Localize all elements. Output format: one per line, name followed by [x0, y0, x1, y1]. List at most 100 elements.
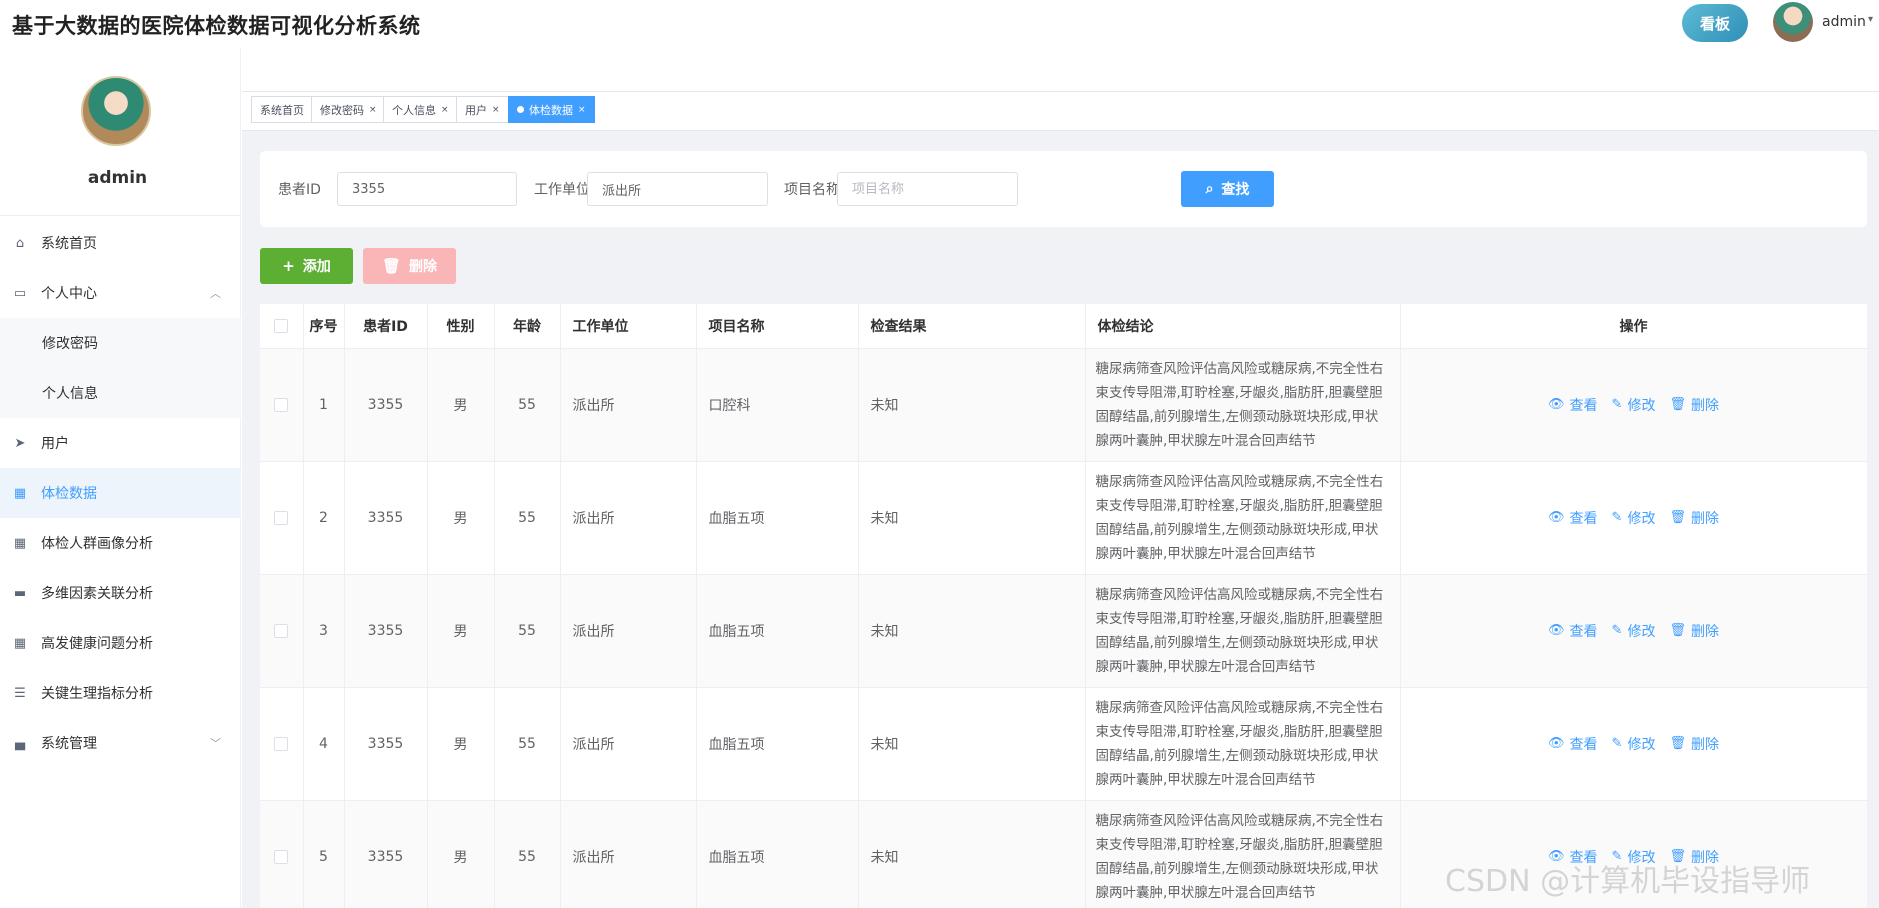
col-header-item-name: 项目名称 [696, 304, 859, 349]
chevron-down-icon[interactable]: ▾ [1868, 14, 1873, 25]
edit-button[interactable]: ✎ 修改 [1612, 734, 1656, 754]
row-checkbox[interactable] [260, 800, 304, 908]
sidebar-item-9[interactable]: ☰ 关键生理指标分析 [0, 668, 241, 718]
edit-icon: ✎ [1611, 623, 1623, 638]
item-name-input[interactable] [837, 172, 1018, 206]
cell-no: 4 [303, 687, 345, 801]
send-icon: ➤ [14, 435, 26, 451]
close-icon[interactable]: × [578, 105, 586, 115]
sidebar-item-label: 体检人群画像分析 [41, 536, 153, 552]
watermark: CSDN @计算机毕设指导师 [1445, 864, 1811, 899]
col-header-result: 检查结果 [858, 304, 1086, 349]
row-checkbox[interactable] [260, 461, 304, 575]
table-row[interactable]: 1 3355 男 55 派出所 口腔科 未知 糖尿病筛查风险评估高风险或糖尿病,不完全性右束支… [260, 348, 1867, 462]
cell-patient-id: 3355 [344, 461, 428, 575]
tab-0[interactable]: 系统首页 [251, 96, 313, 123]
delete-button[interactable]: 🗑 删除 [1669, 508, 1719, 528]
cell-age: 55 [494, 461, 561, 575]
tab-label: 个人信息 [392, 103, 436, 117]
wallet-icon: ▭ [13, 285, 27, 301]
conclusion-text: 糖尿病筛查风险评估高风险或糖尿病,不完全性右束支传导阻滞,耵聍栓塞,牙龈炎,脂肪… [1095, 586, 1384, 675]
col-header-age: 年龄 [494, 304, 561, 349]
eye-icon: 👁 [1548, 623, 1565, 638]
cell-result: 未知 [858, 348, 1086, 462]
search-button[interactable]: ⌕ 查找 [1181, 171, 1274, 207]
col-header-gender: 性别 [427, 304, 495, 349]
sidebar-item-label: 系统管理 [41, 736, 97, 752]
edit-icon: ✎ [1611, 397, 1623, 412]
col-header-work-unit: 工作单位 [560, 304, 697, 349]
edit-button[interactable]: ✎ 修改 [1612, 621, 1656, 641]
sidebar-item-0[interactable]: ⌂ 系统首页 [0, 218, 241, 268]
sidebar-item-2[interactable]: 修改密码 [0, 318, 241, 368]
sidebar-item-label: 体检数据 [41, 486, 97, 502]
eye-icon: 👁 [1548, 397, 1565, 412]
search-icon: ⌕ [1205, 181, 1214, 197]
col-header-conclusion: 体检结论 [1085, 304, 1401, 349]
sidebar-item-7[interactable]: ▬ 多维因素关联分析 [0, 568, 241, 618]
delete-button[interactable]: 🗑 删除 [1669, 621, 1719, 641]
tab-label: 系统首页 [260, 103, 304, 117]
sidebar-item-3[interactable]: 个人信息 [0, 368, 241, 418]
patient-id-input[interactable] [337, 172, 517, 206]
delete-button[interactable]: 🗑 删除 [1669, 395, 1719, 415]
edit-button[interactable]: ✎ 修改 [1612, 395, 1656, 415]
row-checkbox[interactable] [260, 687, 304, 801]
sidebar-item-label: 个人信息 [42, 386, 98, 402]
trash-icon: 🗑 [1669, 397, 1686, 412]
header-username[interactable]: admin [1822, 14, 1866, 30]
close-icon[interactable]: × [369, 105, 377, 115]
work-unit-input[interactable] [587, 172, 768, 206]
cell-no: 2 [303, 461, 345, 575]
trash-icon: 🗑 [1669, 736, 1686, 751]
tab-4[interactable]: 体检数据 × [508, 96, 595, 123]
sidebar-item-4[interactable]: ➤ 用户 [0, 418, 241, 468]
dashboard-button[interactable]: 看板 [1682, 4, 1748, 42]
grid-icon: ▦ [13, 535, 27, 551]
sidebar-item-10[interactable]: ▄ 系统管理 ﹀ [0, 718, 241, 768]
cell-conclusion: 糖尿病筛查风险评估高风险或糖尿病,不完全性右束支传导阻滞,耵聍栓塞,牙龈炎,脂肪… [1085, 348, 1401, 462]
view-button[interactable]: 👁 查看 [1548, 395, 1598, 415]
sidebar-item-label: 关键生理指标分析 [41, 686, 153, 702]
sidebar-username: admin [87, 168, 148, 188]
table-row[interactable]: 3 3355 男 55 派出所 血脂五项 未知 糖尿病筛查风险评估高风险或糖尿病,不完全性右束… [260, 574, 1867, 688]
select-all-checkbox[interactable] [260, 304, 304, 349]
edit-icon: ✎ [1611, 510, 1623, 525]
view-button[interactable]: 👁 查看 [1548, 621, 1598, 641]
sidebar-item-label: 修改密码 [42, 336, 98, 352]
delete-button[interactable]: 🗑 删除 [1669, 734, 1719, 754]
tags-view: 系统首页 修改密码 × 个人信息 × 用户 × 体检数据 × [242, 91, 1879, 131]
cell-age: 55 [494, 348, 561, 462]
tab-3[interactable]: 用户 × [456, 96, 509, 123]
sidebar-item-1[interactable]: ▭ 个人中心 ︿ [0, 268, 241, 318]
avatar[interactable] [1773, 2, 1813, 42]
cell-gender: 男 [427, 461, 495, 575]
edit-button[interactable]: ✎ 修改 [1612, 508, 1656, 528]
tab-1[interactable]: 修改密码 × [311, 96, 386, 123]
add-button-label: 添加 [302, 259, 331, 275]
delete-label: 删除 [1690, 623, 1719, 640]
cell-work-unit: 派出所 [560, 461, 697, 575]
view-button[interactable]: 👁 查看 [1548, 508, 1598, 528]
view-button[interactable]: 👁 查看 [1548, 734, 1598, 754]
sidebar-item-5[interactable]: ▦ 体检数据 [0, 468, 241, 518]
col-header-no: 序号 [303, 304, 345, 349]
add-button[interactable]: + 添加 [260, 248, 353, 284]
batch-delete-button[interactable]: 🗑 删除 [363, 248, 456, 284]
cell-item-name: 血脂五项 [696, 574, 859, 688]
cell-operations: 👁 查看 ✎ 修改 🗑 删除 [1400, 574, 1867, 688]
view-label: 查看 [1569, 510, 1598, 527]
tab-label: 修改密码 [320, 103, 364, 117]
sidebar-item-8[interactable]: ▦ 高发健康问题分析 [0, 618, 241, 668]
sidebar-item-6[interactable]: ▦ 体检人群画像分析 [0, 518, 241, 568]
view-label: 查看 [1569, 397, 1598, 414]
edit-label: 修改 [1627, 623, 1656, 640]
cell-conclusion: 糖尿病筛查风险评估高风险或糖尿病,不完全性右束支传导阻滞,耵聍栓塞,牙龈炎,脂肪… [1085, 800, 1401, 908]
tab-2[interactable]: 个人信息 × [383, 96, 458, 123]
close-icon[interactable]: × [441, 105, 449, 115]
table-row[interactable]: 4 3355 男 55 派出所 血脂五项 未知 糖尿病筛查风险评估高风险或糖尿病,不完全性右束… [260, 687, 1867, 801]
close-icon[interactable]: × [492, 105, 500, 115]
row-checkbox[interactable] [260, 574, 304, 688]
row-checkbox[interactable] [260, 348, 304, 462]
table-row[interactable]: 2 3355 男 55 派出所 血脂五项 未知 糖尿病筛查风险评估高风险或糖尿病,不完全性右束… [260, 461, 1867, 575]
